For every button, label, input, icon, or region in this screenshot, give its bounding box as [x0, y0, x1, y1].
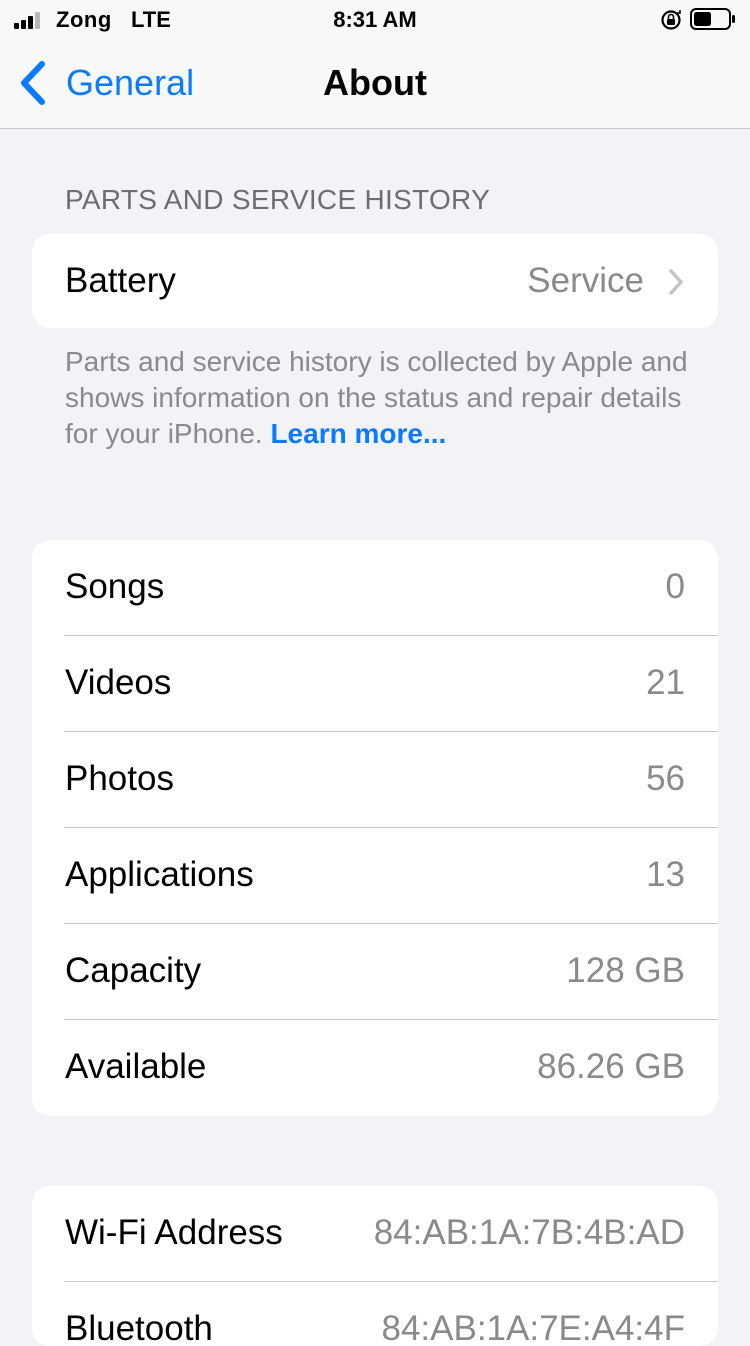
orientation-lock-icon	[661, 10, 681, 30]
parts-section-header: PARTS AND SERVICE HISTORY	[65, 184, 491, 215]
status-time: 8:31 AM	[333, 7, 417, 32]
songs-value: 0	[665, 567, 685, 606]
list-item: Capacity 128 GB	[32, 924, 718, 1020]
applications-label: Applications	[65, 855, 254, 894]
list-item: Songs 0	[32, 540, 718, 636]
battery-row[interactable]: Battery Service	[32, 234, 718, 328]
navigation-bar: General About	[0, 40, 750, 129]
wifi-address-label: Wi-Fi Address	[65, 1213, 283, 1252]
capacity-value: 128 GB	[566, 951, 685, 990]
bluetooth-value: 84:AB:1A:7E:A4:4F	[381, 1309, 685, 1346]
videos-value: 21	[646, 663, 685, 702]
list-item: Bluetooth 84:AB:1A:7E:A4:4F	[32, 1282, 718, 1346]
list-item: Wi-Fi Address 84:AB:1A:7B:4B:AD	[32, 1186, 718, 1282]
battery-service-value: Service	[527, 261, 644, 300]
videos-label: Videos	[65, 663, 172, 702]
list-item: Applications 13	[32, 828, 718, 924]
available-label: Available	[65, 1047, 207, 1086]
list-item: Available 86.26 GB	[32, 1020, 718, 1116]
parts-card: Battery Service	[32, 234, 718, 328]
list-item: Photos 56	[32, 732, 718, 828]
capacity-label: Capacity	[65, 951, 202, 990]
learn-more-link[interactable]: Learn more...	[270, 418, 446, 449]
list-item: Videos 21	[32, 636, 718, 732]
status-bar: Zong LTE 8:31 AM	[0, 0, 750, 40]
bluetooth-label: Bluetooth	[65, 1309, 213, 1346]
photos-value: 56	[646, 759, 685, 798]
device-stats-card: Songs 0 Videos 21 Photos 56 Applications…	[32, 540, 718, 1116]
available-value: 86.26 GB	[537, 1047, 685, 1086]
page-title: About	[323, 62, 427, 103]
applications-value: 13	[646, 855, 685, 894]
network-info-card: Wi-Fi Address 84:AB:1A:7B:4B:AD Bluetoot…	[32, 1186, 718, 1346]
battery-icon	[690, 8, 735, 30]
battery-label: Battery	[65, 261, 176, 300]
chevron-right-icon	[669, 269, 683, 295]
parts-footer-note: Parts and service history is collected b…	[65, 344, 695, 452]
songs-label: Songs	[65, 567, 165, 606]
photos-label: Photos	[65, 759, 174, 798]
wifi-address-value: 84:AB:1A:7B:4B:AD	[373, 1213, 685, 1252]
